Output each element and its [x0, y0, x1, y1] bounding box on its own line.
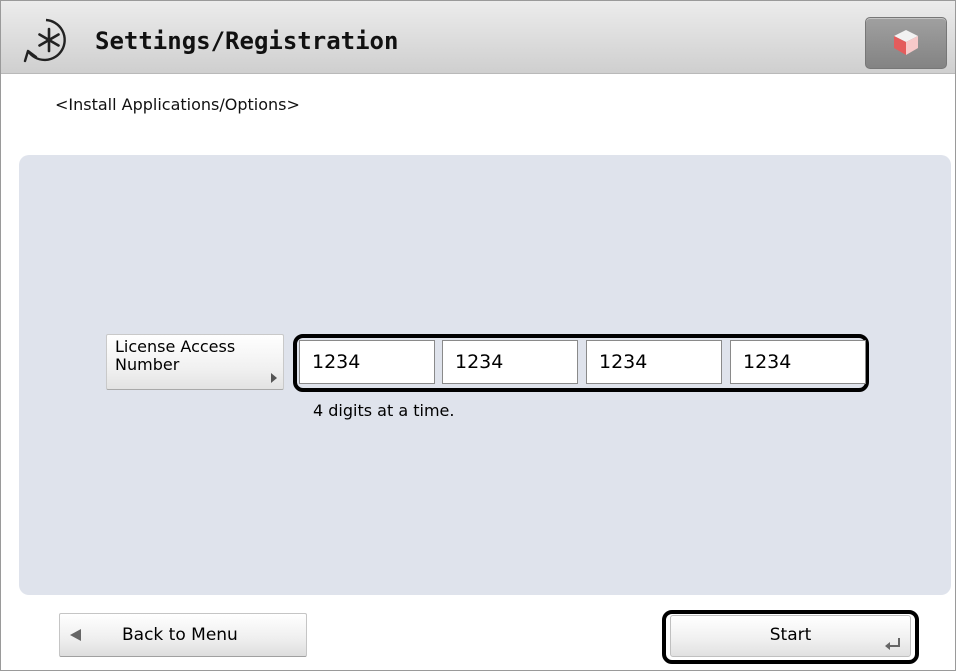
status-cube-button[interactable]	[865, 17, 947, 69]
breadcrumb: <Install Applications/Options>	[55, 95, 300, 114]
license-access-number-button[interactable]: License Access Number	[106, 334, 284, 390]
start-label: Start	[769, 625, 812, 645]
license-access-number-label: License Access Number	[115, 337, 236, 374]
back-to-menu-label: Back to Menu	[122, 625, 238, 645]
triangle-right-icon	[271, 373, 277, 383]
license-digit-field-3[interactable]: 1234	[586, 340, 722, 384]
triangle-left-icon	[70, 629, 81, 641]
back-to-menu-button[interactable]: Back to Menu	[59, 613, 307, 657]
license-digit-field-1[interactable]: 1234	[299, 340, 435, 384]
input-hint: 4 digits at a time.	[313, 401, 455, 420]
cube-icon	[894, 30, 918, 55]
license-digit-field-2[interactable]: 1234	[442, 340, 578, 384]
page-title: Settings/Registration	[95, 27, 399, 55]
license-digit-field-4[interactable]: 1234	[730, 340, 866, 384]
start-button[interactable]: Start	[670, 615, 911, 657]
settings-asterisk-icon	[23, 18, 66, 63]
app-window: Settings/Registration <Install Applicati…	[0, 0, 956, 671]
title-bar: Settings/Registration	[1, 1, 955, 74]
enter-icon	[885, 638, 900, 650]
